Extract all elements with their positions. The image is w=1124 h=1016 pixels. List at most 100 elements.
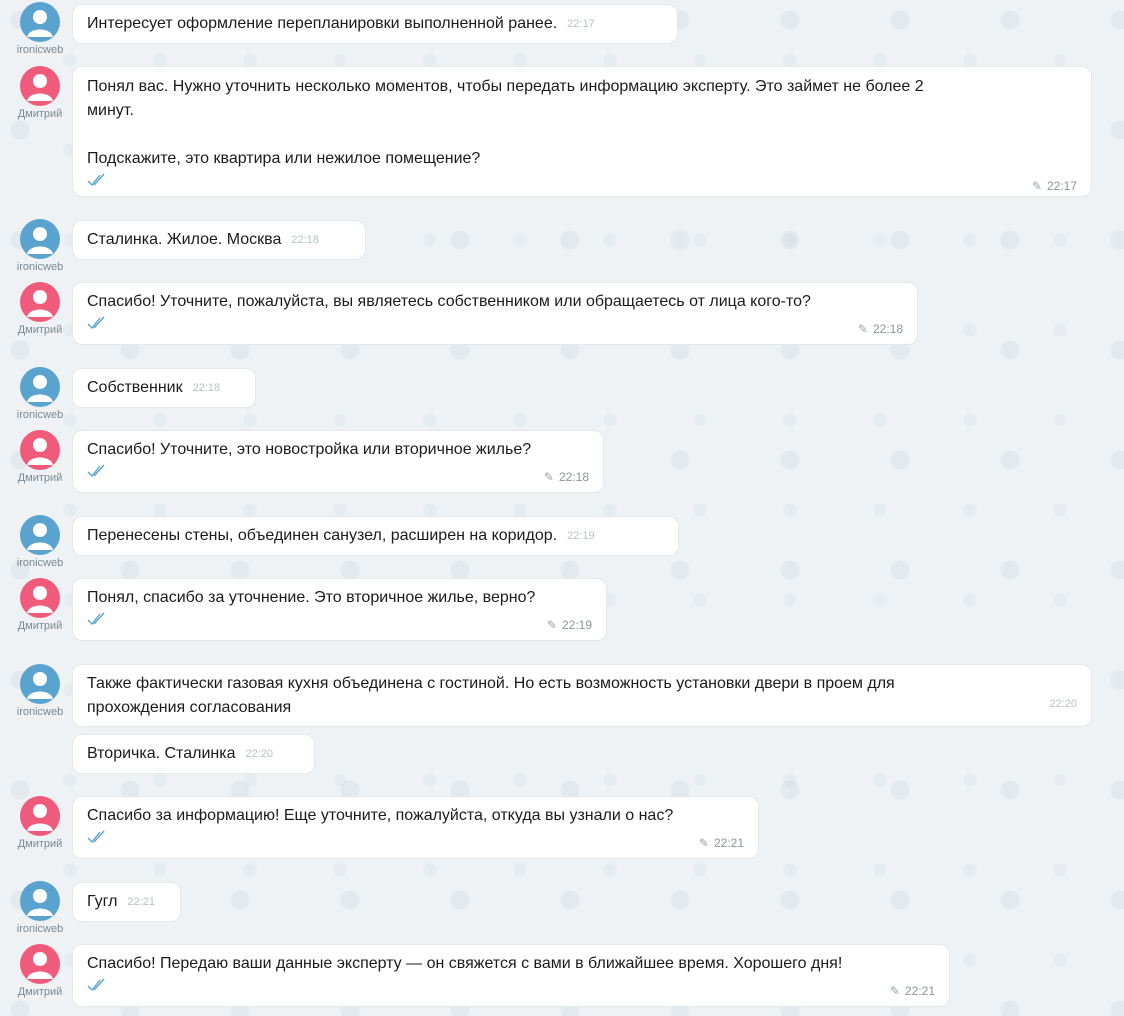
double-check-icon: [87, 830, 105, 844]
message-time: 22:18: [872, 322, 903, 336]
avatar[interactable]: [20, 881, 60, 921]
avatar[interactable]: [20, 282, 60, 322]
message-meta: ✎ 22:17: [87, 173, 1077, 193]
avatar[interactable]: [20, 219, 60, 259]
message-text: Спасибо! Передаю ваши данные эксперту — …: [87, 955, 843, 972]
message-time: 22:18: [558, 470, 589, 484]
pencil-icon: ✎: [543, 470, 554, 484]
message-bubble[interactable]: Вторичка. Сталинка 22:20: [72, 734, 315, 774]
double-check-icon: [87, 612, 105, 626]
avatar[interactable]: [20, 578, 60, 618]
client-avatar-block: ironicweb: [12, 881, 68, 935]
user-icon: [27, 672, 53, 699]
message-text: Спасибо! Уточните, это новостройка или в…: [87, 441, 532, 458]
avatar[interactable]: [20, 796, 60, 836]
message-time: 22:18: [192, 382, 221, 394]
pencil-icon: ✎: [546, 618, 557, 632]
message-text: Понял вас. Нужно уточнить несколько моме…: [87, 78, 924, 167]
author-name: Дмитрий: [17, 838, 63, 850]
author-name: Дмитрий: [17, 472, 63, 484]
message-time: 22:21: [713, 836, 744, 850]
message-bubble[interactable]: Собственник 22:18: [72, 368, 256, 408]
message-meta: ✎ 22:19: [87, 612, 592, 632]
user-icon: [27, 375, 53, 402]
message-time: 22:21: [127, 896, 155, 908]
message-bubble[interactable]: Интересует оформление перепланировки вып…: [72, 4, 678, 44]
message-time-block: ✎ 22:21: [890, 979, 935, 1003]
client-avatar-block: ironicweb: [12, 2, 68, 56]
author-name: ironicweb: [16, 706, 64, 718]
message-bubble[interactable]: Перенесены стены, объединен санузел, рас…: [72, 516, 679, 556]
avatar[interactable]: [20, 2, 60, 42]
avatar[interactable]: [20, 515, 60, 555]
avatar[interactable]: [20, 944, 60, 984]
message-time-block: ✎ 22:17: [1032, 174, 1077, 198]
message-time-block: ✎ 22:19: [547, 613, 592, 637]
message-bubble[interactable]: Гугл 22:21: [72, 882, 181, 922]
message-text: Сталинка. Жилое. Москва: [87, 231, 282, 248]
message-bubble[interactable]: Спасибо за информацию! Еще уточните, пож…: [72, 796, 759, 859]
message-time: 22:20: [1049, 698, 1077, 710]
message-time-block: ✎ 22:18: [544, 465, 589, 489]
operator-avatar-block: Дмитрий: [12, 578, 68, 632]
pencil-icon: ✎: [698, 836, 709, 850]
message-text: Гугл: [87, 893, 118, 910]
operator-avatar-block: Дмитрий: [12, 944, 68, 998]
message-bubble[interactable]: Спасибо! Уточните, пожалуйста, вы являет…: [72, 282, 918, 345]
user-icon: [27, 586, 53, 613]
client-avatar-block: ironicweb: [12, 664, 68, 718]
double-check-icon: [87, 978, 105, 992]
double-check-icon: [87, 173, 105, 187]
operator-avatar-block: Дмитрий: [12, 430, 68, 484]
user-icon: [27, 290, 53, 317]
message-bubble[interactable]: Сталинка. Жилое. Москва 22:18: [72, 220, 366, 260]
message-bubble[interactable]: Спасибо! Передаю ваши данные эксперту — …: [72, 944, 950, 1007]
double-check-icon: [87, 316, 105, 330]
message-time: 22:19: [567, 530, 595, 542]
double-check-icon: [87, 464, 105, 478]
avatar[interactable]: [20, 66, 60, 106]
operator-avatar-block: Дмитрий: [12, 796, 68, 850]
avatar[interactable]: [20, 430, 60, 470]
user-icon: [27, 889, 53, 916]
pencil-icon: ✎: [889, 984, 900, 998]
operator-avatar-block: Дмитрий: [12, 282, 68, 336]
author-name: ironicweb: [16, 557, 64, 569]
user-icon: [27, 523, 53, 550]
message-text: Интересует оформление перепланировки вып…: [87, 15, 558, 32]
message-time: 22:17: [567, 18, 595, 30]
user-icon: [27, 74, 53, 101]
message-meta: ✎ 22:21: [87, 978, 935, 998]
pencil-icon: ✎: [857, 322, 868, 336]
client-avatar-block: ironicweb: [12, 219, 68, 273]
message-meta: ✎ 22:21: [87, 830, 744, 850]
user-icon: [27, 10, 53, 37]
user-icon: [27, 227, 53, 254]
message-time: 22:17: [1046, 179, 1077, 193]
message-meta: ✎ 22:18: [87, 316, 903, 336]
avatar[interactable]: [20, 664, 60, 704]
message-text: Спасибо! Уточните, пожалуйста, вы являет…: [87, 293, 811, 310]
message-text: Также фактически газовая кухня объединен…: [87, 675, 895, 716]
author-name: ironicweb: [16, 261, 64, 273]
message-time: 22:20: [245, 748, 273, 760]
message-bubble[interactable]: Понял, спасибо за уточнение. Это вторичн…: [72, 578, 607, 641]
client-avatar-block: ironicweb: [12, 367, 68, 421]
client-avatar-block: ironicweb: [12, 515, 68, 569]
author-name: ironicweb: [16, 409, 64, 421]
pencil-icon: ✎: [1031, 179, 1042, 193]
message-time: 22:18: [291, 234, 319, 246]
message-bubble[interactable]: Также фактически газовая кухня объединен…: [72, 664, 1092, 727]
message-bubble[interactable]: Спасибо! Уточните, это новостройка или в…: [72, 430, 604, 493]
user-icon: [27, 952, 53, 979]
message-bubble[interactable]: Понял вас. Нужно уточнить несколько моме…: [72, 66, 1092, 197]
author-name: ironicweb: [16, 44, 64, 56]
operator-avatar-block: Дмитрий: [12, 66, 68, 120]
avatar[interactable]: [20, 367, 60, 407]
chat-history: ironicweb Интересует оформление переплан…: [0, 0, 1124, 1016]
message-time-block: ✎ 22:21: [699, 831, 744, 855]
message-text: Понял, спасибо за уточнение. Это вторичн…: [87, 589, 536, 606]
author-name: Дмитрий: [17, 108, 63, 120]
user-icon: [27, 804, 53, 831]
message-time: 22:21: [904, 984, 935, 998]
